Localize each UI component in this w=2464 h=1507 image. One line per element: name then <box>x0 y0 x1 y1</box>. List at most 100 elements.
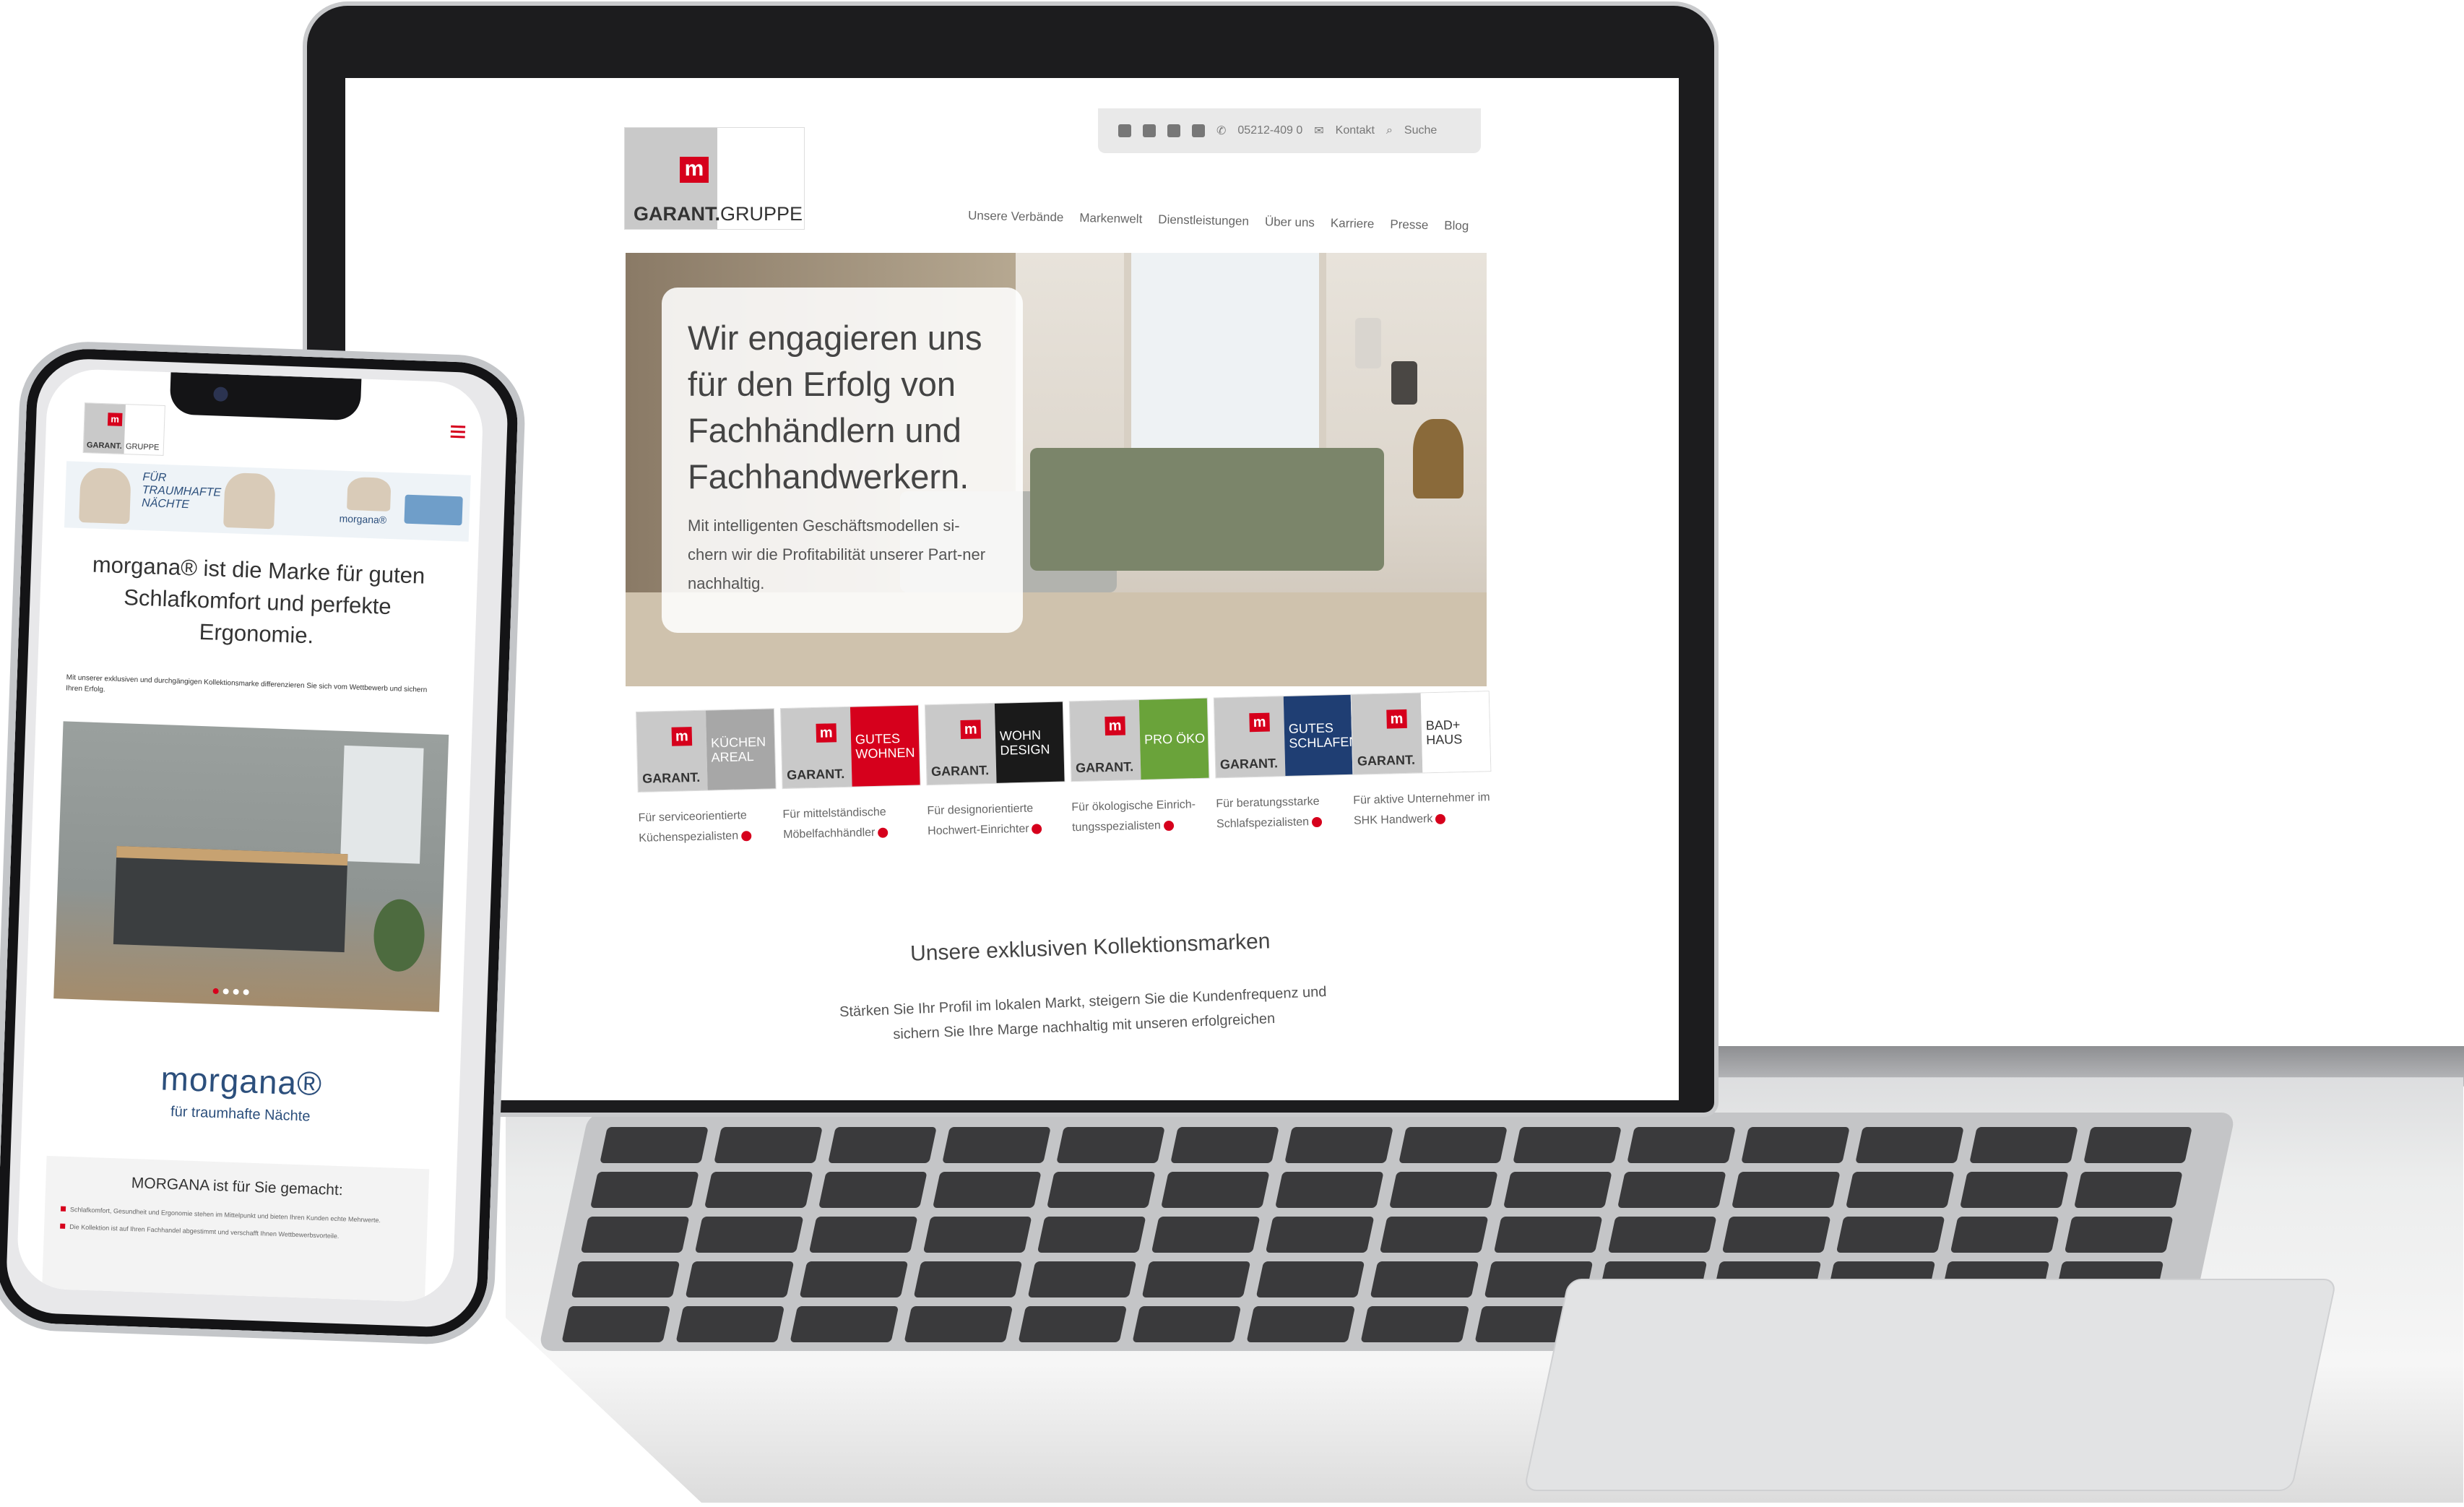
hamburger-menu-icon[interactable] <box>451 425 466 428</box>
arrow-icon[interactable] <box>740 830 752 842</box>
linkedin-icon[interactable] <box>1167 124 1180 137</box>
keyboard-key <box>1056 1127 1165 1163</box>
keyboard-key <box>808 1217 918 1253</box>
nav-item-blog[interactable]: Blog <box>1444 218 1469 233</box>
tile-label: PRO ÖKO <box>1138 698 1209 780</box>
photo-plant <box>372 898 426 972</box>
tile-mark: m <box>1386 709 1407 729</box>
rss-icon[interactable] <box>1192 124 1205 137</box>
nav-item-dienstleistungen[interactable]: Dienstleistungen <box>1158 212 1249 229</box>
arrow-icon[interactable] <box>878 827 889 838</box>
keyboard-key <box>1047 1172 1156 1208</box>
keyboard-key <box>600 1127 709 1163</box>
brand-tile[interactable]: m GARANT. GUTES WOHNEN <box>779 704 921 790</box>
tile-mark: m <box>1249 712 1270 733</box>
brand-gutes-schlafen[interactable]: m GARANT. GUTES SCHLAFEN Für beratungsst… <box>1213 694 1359 835</box>
tile-garant: GARANT. <box>1219 756 1279 772</box>
phone-number[interactable]: 05212-409 0 <box>1237 124 1302 137</box>
logo-brand: GARANT. <box>86 441 123 451</box>
logo-suffix: GRUPPE <box>125 442 160 452</box>
keyboard-key <box>1389 1172 1498 1208</box>
banner-person <box>79 467 131 524</box>
keyboard-key <box>590 1172 699 1208</box>
x-icon[interactable] <box>1143 124 1156 137</box>
phone-device: m GARANT. GRUPPE FÜR TRAUMHAFTE NÄCHTE m… <box>0 340 527 1347</box>
phone-bedroom-slider[interactable] <box>53 721 449 1012</box>
hero-headline: Wir engagieren uns für den Erfolg von Fa… <box>688 319 982 496</box>
brand-grid: m GARANT. KÜCHEN AREAL Für serviceorient… <box>636 691 1492 892</box>
keyboard-key <box>799 1261 909 1297</box>
slider-dots[interactable] <box>212 988 249 996</box>
brand-bad-haus[interactable]: m GARANT. BAD+ HAUS Für aktive Unternehm… <box>1350 691 1492 832</box>
morgana-info-box: MORGANA ist für Sie gemacht: Schlafkomfo… <box>42 1155 430 1303</box>
tile-garant: GARANT. <box>786 766 845 782</box>
arrow-icon[interactable] <box>1032 824 1042 834</box>
keyboard-key <box>1027 1261 1137 1297</box>
brand-desc-text: Für mittelständische Möbelfachhändler <box>782 806 886 842</box>
brand-desc-text: Für beratungsstarke Schlafspezialisten <box>1216 795 1320 831</box>
keyboard-key <box>561 1306 671 1342</box>
tile-garant: GARANT. <box>1075 759 1134 776</box>
phone-garant-logo[interactable]: m GARANT. GRUPPE <box>82 402 165 456</box>
search-link[interactable]: Suche <box>1404 124 1437 137</box>
brand-tile[interactable]: m GARANT. KÜCHEN AREAL <box>636 708 777 793</box>
morgana-logo: morgana® <box>160 1059 323 1103</box>
info-box-title: MORGANA ist für Sie gemacht: <box>131 1175 344 1199</box>
phone-screen: m GARANT. GRUPPE FÜR TRAUMHAFTE NÄCHTE m… <box>16 368 485 1303</box>
brand-desc-text: Für designorientierte Hochwert-Einrichte… <box>927 802 1034 838</box>
arrow-icon[interactable] <box>1163 820 1174 831</box>
facebook-icon[interactable] <box>1118 124 1131 137</box>
nav-item-karriere[interactable]: Karriere <box>1331 216 1375 231</box>
keyboard-key <box>790 1306 899 1342</box>
tile-mark: m <box>671 727 693 746</box>
brand-desc: Für aktive Unternehmer im SHK Handwerk <box>1353 787 1491 832</box>
keyboard-key <box>2074 1172 2183 1208</box>
slider-dot[interactable] <box>222 988 229 995</box>
brand-desc: Für serviceorientierte Küchenspezialiste… <box>638 805 776 849</box>
slider-dot[interactable] <box>212 988 219 995</box>
nav-item-ueber-uns[interactable]: Über uns <box>1265 215 1315 230</box>
keyboard-key <box>1855 1127 1964 1163</box>
contact-link[interactable]: Kontakt <box>1336 124 1375 137</box>
hero-sofa-green <box>1030 448 1384 571</box>
keyboard-key <box>1721 1217 1831 1253</box>
arrow-icon[interactable] <box>1311 816 1323 827</box>
brand-tile[interactable]: m GARANT. GUTES SCHLAFEN <box>1213 694 1359 779</box>
nav-item-presse[interactable]: Presse <box>1390 217 1428 233</box>
keyboard-key <box>933 1172 1042 1208</box>
slider-dot[interactable] <box>243 989 249 996</box>
keyboard-key <box>904 1306 1013 1342</box>
nav-item-markenwelt[interactable]: Markenwelt <box>1079 211 1142 227</box>
tile-mark: m <box>816 723 837 743</box>
keyboard-key <box>2064 1217 2174 1253</box>
logo-mark: m <box>107 413 123 426</box>
nav-item-verbaende[interactable]: Unsere Verbände <box>968 209 1064 225</box>
brand-kuechen-areal[interactable]: m GARANT. KÜCHEN AREAL Für serviceorient… <box>636 708 777 849</box>
keyboard-key <box>1018 1306 1128 1342</box>
hero-lamp <box>1355 318 1381 368</box>
keyboard-key <box>1399 1127 1508 1163</box>
banner-child <box>347 476 392 511</box>
laptop-trackpad <box>1523 1279 2338 1491</box>
brand-tile[interactable]: m GARANT. WOHN DESIGN <box>924 701 1065 786</box>
brand-tile[interactable]: m GARANT. BAD+ HAUS <box>1350 691 1492 775</box>
brand-wohn-design[interactable]: m GARANT. WOHN DESIGN Für designorientie… <box>924 701 1065 842</box>
keyboard-key <box>1037 1217 1146 1253</box>
brand-tile[interactable]: m GARANT. PRO ÖKO <box>1068 697 1210 782</box>
brand-desc: Für designorientierte Hochwert-Einrichte… <box>927 798 1065 842</box>
tile-mark: m <box>960 720 982 740</box>
slider-dot[interactable] <box>233 988 239 996</box>
search-icon[interactable]: ⌕ <box>1386 124 1393 137</box>
tile-garant: GARANT. <box>1357 752 1416 769</box>
banner-mattress <box>404 494 463 526</box>
brand-gutes-wohnen[interactable]: m GARANT. GUTES WOHNEN Für mittelständis… <box>779 704 921 845</box>
brand-pro-oeko[interactable]: m GARANT. PRO ÖKO Für ökologische Einric… <box>1068 697 1210 839</box>
tile-label: BAD+ HAUS <box>1420 691 1491 773</box>
garant-logo[interactable]: m GARANT. GRUPPE <box>624 127 805 230</box>
arrow-icon[interactable] <box>1435 813 1446 824</box>
keyboard-key <box>1132 1306 1242 1342</box>
top-utility-bar: ✆ 05212-409 0 ✉ Kontakt ⌕ Suche <box>1098 108 1481 153</box>
keyboard-key <box>1141 1261 1251 1297</box>
banner-family <box>223 472 276 530</box>
keyboard-key <box>1255 1261 1365 1297</box>
